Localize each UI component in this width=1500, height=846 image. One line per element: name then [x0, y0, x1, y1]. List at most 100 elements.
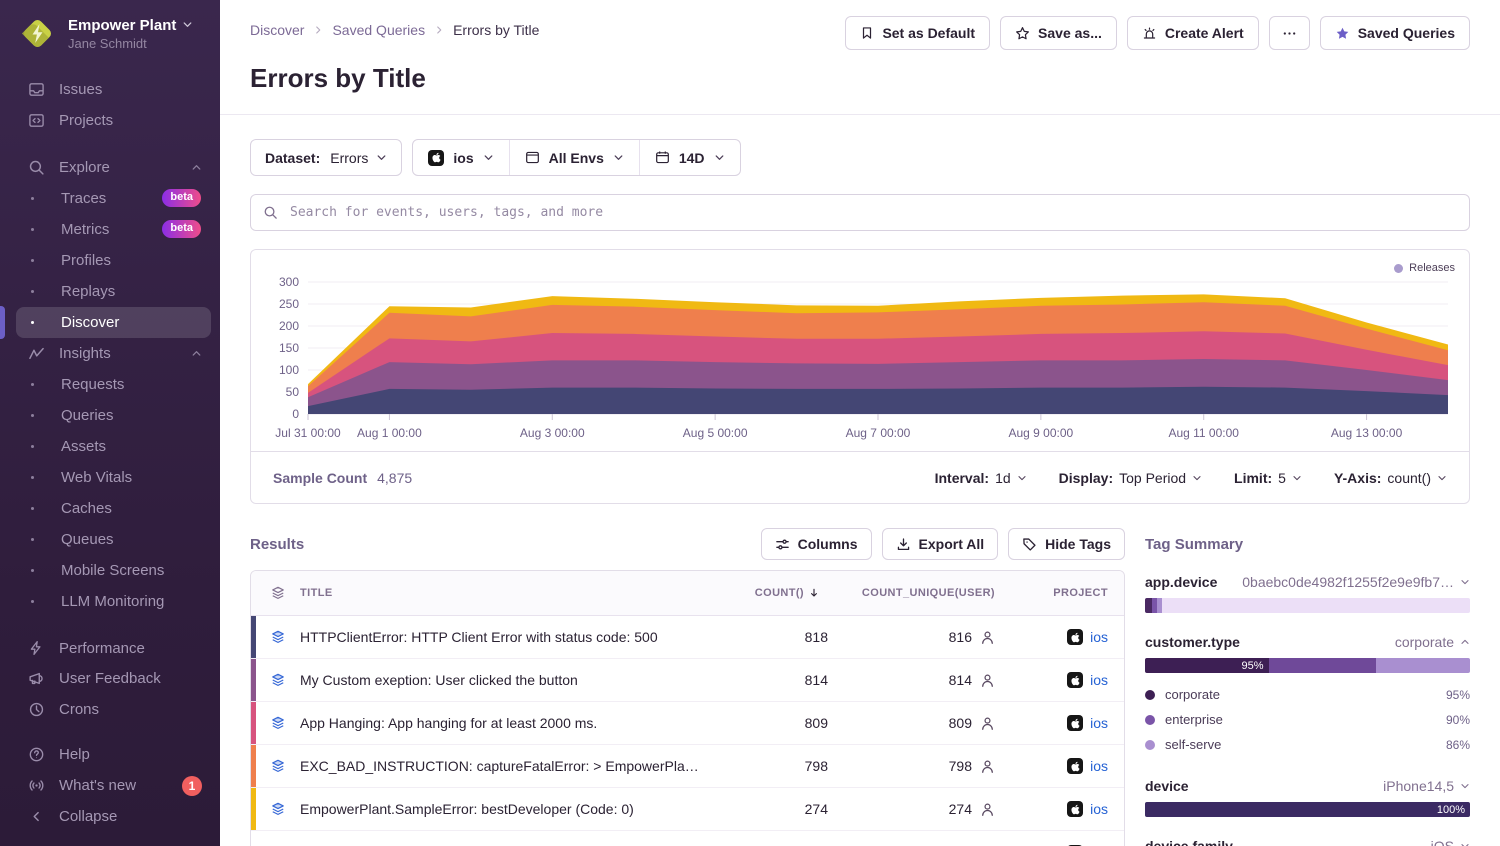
sidebar-item-replays[interactable]: Replays [16, 276, 211, 307]
sidebar-item-help[interactable]: Help [0, 739, 220, 770]
project-filter[interactable]: ios [413, 140, 508, 175]
sidebar-item-mobile-screens[interactable]: Mobile Screens [16, 555, 211, 586]
megaphone-icon [27, 670, 45, 687]
sidebar-item-traces[interactable]: Tracesbeta [16, 183, 211, 214]
sidebar-item-profiles[interactable]: Profiles [16, 245, 211, 276]
project-link[interactable]: ios [1090, 758, 1108, 774]
legend-dot [1394, 264, 1403, 273]
sidebar-item-queries[interactable]: Queries [16, 400, 211, 431]
tag-bar-segment [1376, 658, 1470, 673]
row-title: App Hanging: App hanging for at least 20… [300, 715, 716, 731]
tag-distribution-bar: 100% [1145, 802, 1470, 817]
tag-breakdown-item[interactable]: self-serve86% [1145, 732, 1470, 757]
chevron-down-icon [1017, 473, 1027, 483]
stack-events-icon[interactable] [256, 630, 300, 644]
column-header-project[interactable]: PROJECT [1009, 587, 1124, 599]
tag-breakdown-item[interactable]: corporate95% [1145, 682, 1470, 707]
stack-events-icon[interactable] [256, 716, 300, 730]
project-link[interactable]: ios [1090, 715, 1108, 731]
chevron-down-icon [182, 17, 193, 34]
stack-events-icon[interactable] [256, 673, 300, 687]
breadcrumb-current: Errors by Title [453, 22, 539, 38]
svg-text:50: 50 [286, 385, 300, 399]
tag-value-text: iOS [1431, 838, 1454, 846]
sidebar-item-issues[interactable]: Issues [0, 74, 220, 105]
tag-value-selector[interactable]: corporate [1248, 634, 1470, 650]
dataset-selector[interactable]: Dataset: Errors [250, 139, 402, 176]
sidebar-item-caches[interactable]: Caches [16, 493, 211, 524]
create-alert-button[interactable]: Create Alert [1127, 16, 1259, 50]
sidebar-item-label: Queues [61, 531, 114, 548]
sidebar-item-performance[interactable]: Performance [0, 633, 220, 664]
chevron-right-icon [313, 25, 323, 35]
chevron-up-icon [191, 162, 202, 173]
bullet-icon [31, 321, 34, 324]
clock-icon [27, 701, 45, 718]
svg-text:0: 0 [292, 407, 299, 421]
row-title: EXC_BAD_INSTRUCTION: captureFatalError: … [300, 758, 716, 774]
tag-dot-icon [1145, 740, 1155, 750]
apple-icon [1067, 801, 1083, 817]
save-as-button[interactable]: Save as... [1000, 16, 1117, 50]
legend-releases[interactable]: Releases [1394, 262, 1455, 274]
row-project: ios [1009, 715, 1124, 731]
breadcrumb-saved-queries[interactable]: Saved Queries [332, 22, 425, 38]
row-unique-value: 814 [949, 672, 972, 688]
limit-selector[interactable]: Limit: 5 [1234, 470, 1302, 486]
columns-button[interactable]: Columns [761, 528, 872, 560]
sidebar-item-assets[interactable]: Assets [16, 431, 211, 462]
sidebar-item-label: Discover [61, 314, 119, 331]
sidebar-item-crons[interactable]: Crons [0, 694, 220, 725]
y-axis-selector[interactable]: Y-Axis: count() [1334, 470, 1447, 486]
tag-value-selector[interactable]: 0baebc0de4982f1255f2e9e9fb7… [1225, 574, 1470, 590]
project-link[interactable]: ios [1090, 801, 1108, 817]
sidebar-item-metrics[interactable]: Metricsbeta [16, 214, 211, 245]
table-row: HTTPClientError: HTTP Client Error with … [251, 616, 1124, 659]
lightning-icon [27, 640, 45, 656]
sidebar-section-explore[interactable]: Explore [0, 152, 220, 183]
sidebar-item-requests[interactable]: Requests [16, 369, 211, 400]
row-project: ios [1009, 672, 1124, 688]
sidebar-section-insights[interactable]: Insights [0, 338, 220, 369]
stack-events-icon[interactable] [256, 802, 300, 816]
saved-queries-button[interactable]: Saved Queries [1320, 16, 1470, 50]
tag-value-selector[interactable]: iPhone14,5 [1197, 778, 1470, 794]
column-header-title[interactable]: TITLE [300, 587, 716, 599]
stack-events-icon[interactable] [256, 759, 300, 773]
row-title: HTTPClientError: HTTP Client Error with … [300, 629, 716, 645]
search-input[interactable] [288, 204, 1457, 221]
sidebar-item-whats-new[interactable]: What's new 1 [0, 770, 220, 801]
sidebar-item-label: Requests [61, 376, 124, 393]
page-body: Dataset: Errors ios All Envs [220, 115, 1500, 846]
environment-filter[interactable]: All Envs [509, 140, 639, 175]
display-selector[interactable]: Display: Top Period [1059, 470, 1202, 486]
interval-selector[interactable]: Interval: 1d [935, 470, 1027, 486]
sidebar-item-label: Mobile Screens [61, 562, 164, 579]
more-options-button[interactable] [1269, 16, 1310, 50]
breadcrumb-discover[interactable]: Discover [250, 22, 304, 38]
sidebar-item-web-vitals[interactable]: Web Vitals [16, 462, 211, 493]
apple-icon [428, 150, 444, 166]
sidebar-item-llm-monitoring[interactable]: LLM Monitoring [16, 586, 211, 617]
tag-value-selector[interactable]: iOS [1241, 838, 1470, 846]
export-all-button[interactable]: Export All [882, 528, 999, 560]
date-range-filter[interactable]: 14D [639, 140, 740, 175]
sidebar-item-projects[interactable]: Projects [0, 105, 220, 136]
calendar-icon [655, 150, 670, 165]
column-header-count[interactable]: COUNT() [716, 587, 834, 599]
hide-tags-button[interactable]: Hide Tags [1008, 528, 1125, 560]
project-link[interactable]: ios [1090, 629, 1108, 645]
chevron-up-icon [191, 348, 202, 359]
sidebar-item-user-feedback[interactable]: User Feedback [0, 664, 220, 695]
table-header-row: TITLE COUNT() COUNT_UNIQUE(USER) PROJECT [251, 571, 1124, 616]
sidebar-item-discover[interactable]: Discover [16, 307, 211, 338]
project-link[interactable]: ios [1090, 672, 1108, 688]
tag-breakdown-item[interactable]: enterprise90% [1145, 707, 1470, 732]
sidebar-collapse-button[interactable]: Collapse [0, 801, 220, 832]
sidebar-item-queues[interactable]: Queues [16, 524, 211, 555]
column-header-count-unique[interactable]: COUNT_UNIQUE(USER) [834, 587, 1009, 599]
tag-header: deviceiPhone14,5 [1145, 778, 1470, 794]
set-as-default-button[interactable]: Set as Default [845, 16, 990, 50]
bullet-icon [31, 259, 34, 262]
org-switcher[interactable]: Empower Plant Jane Schmidt [0, 0, 220, 64]
